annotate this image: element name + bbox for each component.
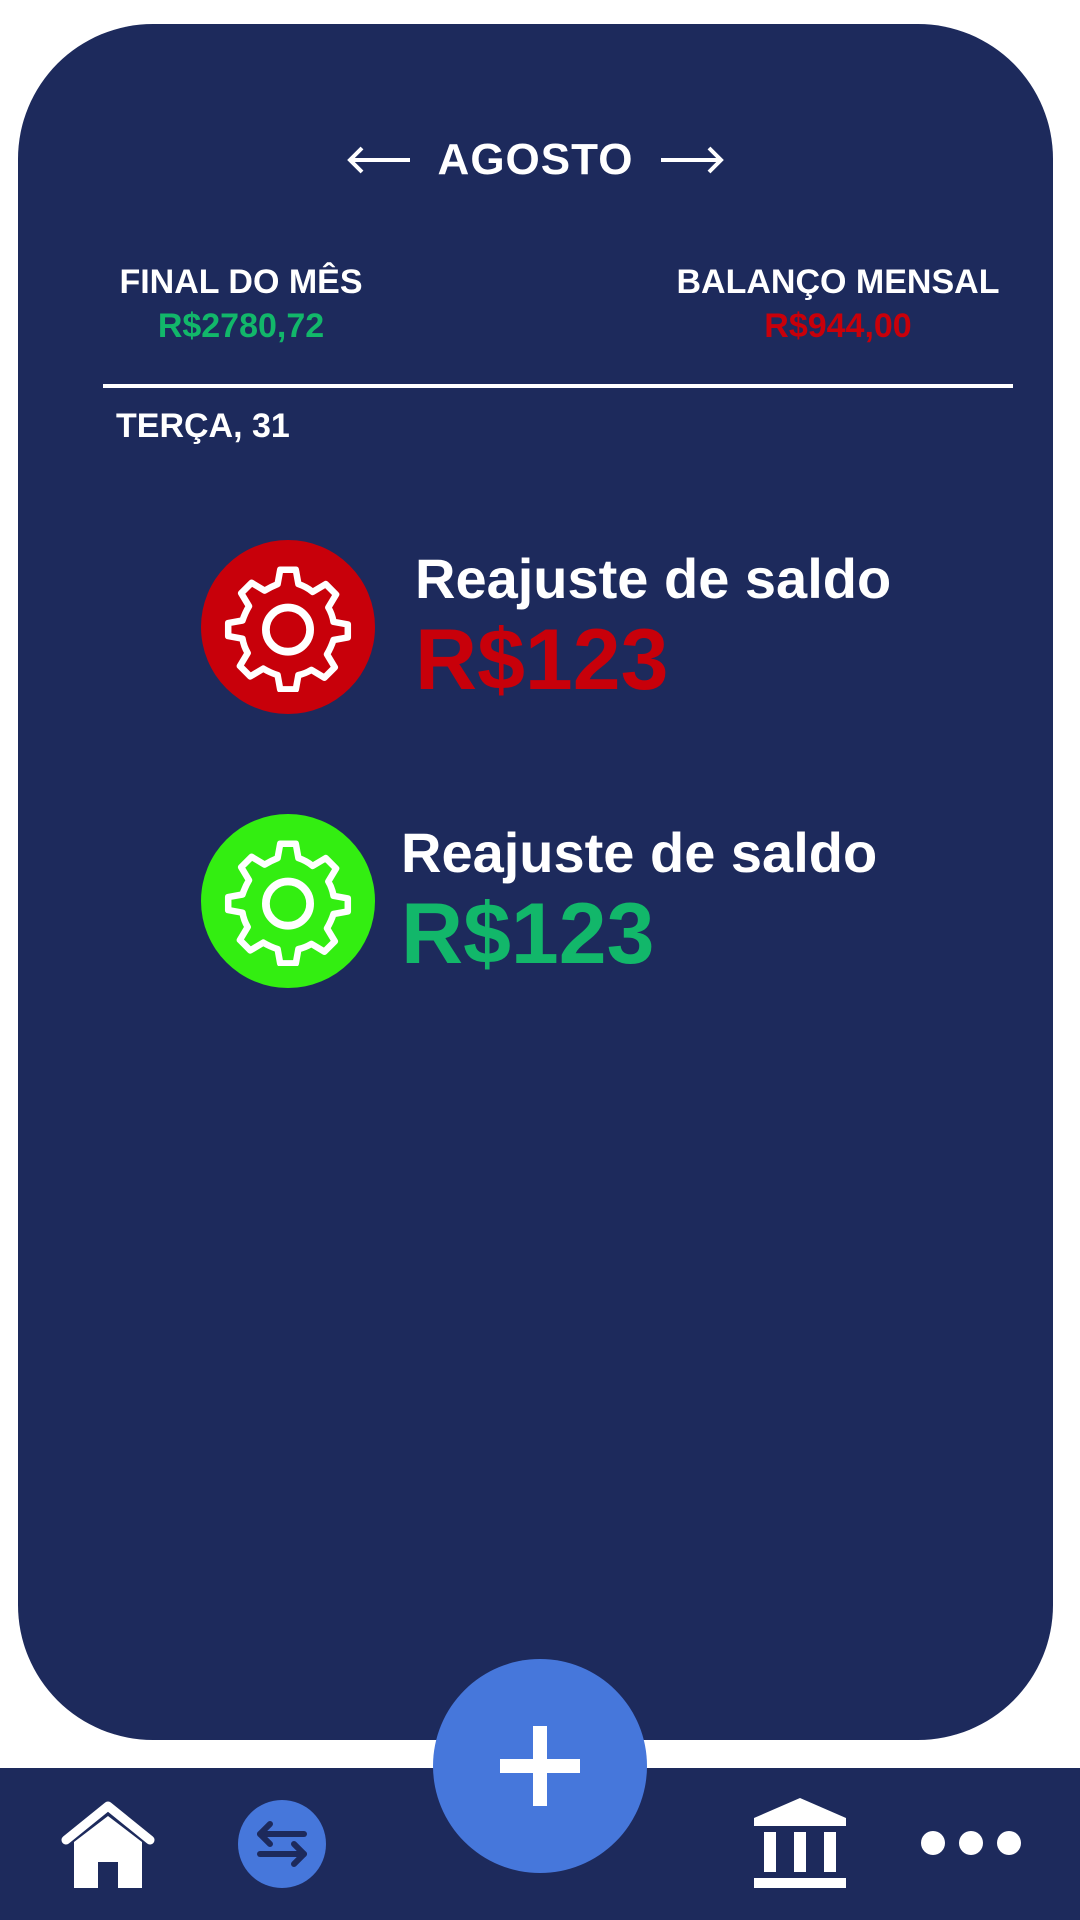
day-label: TERÇA, 31 [116, 407, 290, 445]
transaction-item[interactable]: Reajuste de saldo R$123 [201, 814, 877, 988]
transfer-icon[interactable] [238, 1800, 326, 1888]
add-icon [500, 1726, 580, 1806]
gear-icon [201, 540, 375, 714]
end-of-month-summary: FINAL DO MÊS R$2780,72 [116, 260, 366, 348]
transaction-title: Reajuste de saldo [415, 547, 892, 610]
arrow-left-icon[interactable] [344, 140, 414, 180]
add-button[interactable] [433, 1659, 647, 1873]
transaction-amount: R$123 [415, 612, 669, 708]
month-card: AGOSTO FINAL DO MÊS R$2780,72 BALANÇO ME… [18, 24, 1053, 1740]
gear-icon [201, 814, 375, 988]
more-icon[interactable] [918, 1826, 1024, 1860]
home-icon[interactable] [60, 1800, 156, 1890]
divider [103, 384, 1013, 388]
transaction-details: Reajuste de saldo R$123 [415, 546, 891, 708]
arrow-right-icon[interactable] [657, 140, 727, 180]
monthly-balance-value: R$944,00 [764, 307, 912, 345]
transaction-title: Reajuste de saldo [401, 821, 878, 884]
end-of-month-label: FINAL DO MÊS [119, 263, 363, 301]
month-navigation: AGOSTO [18, 130, 1053, 190]
month-title: AGOSTO [437, 135, 634, 184]
transaction-amount: R$123 [401, 886, 655, 982]
end-of-month-value: R$2780,72 [157, 307, 325, 345]
monthly-balance-summary: BALANÇO MENSAL R$944,00 [673, 260, 1003, 348]
app-screen: AGOSTO FINAL DO MÊS R$2780,72 BALANÇO ME… [0, 0, 1080, 1920]
monthly-balance-label: BALANÇO MENSAL [676, 263, 1000, 301]
transaction-item[interactable]: Reajuste de saldo R$123 [201, 540, 891, 714]
transaction-details: Reajuste de saldo R$123 [401, 820, 877, 982]
bank-icon[interactable] [750, 1796, 850, 1892]
